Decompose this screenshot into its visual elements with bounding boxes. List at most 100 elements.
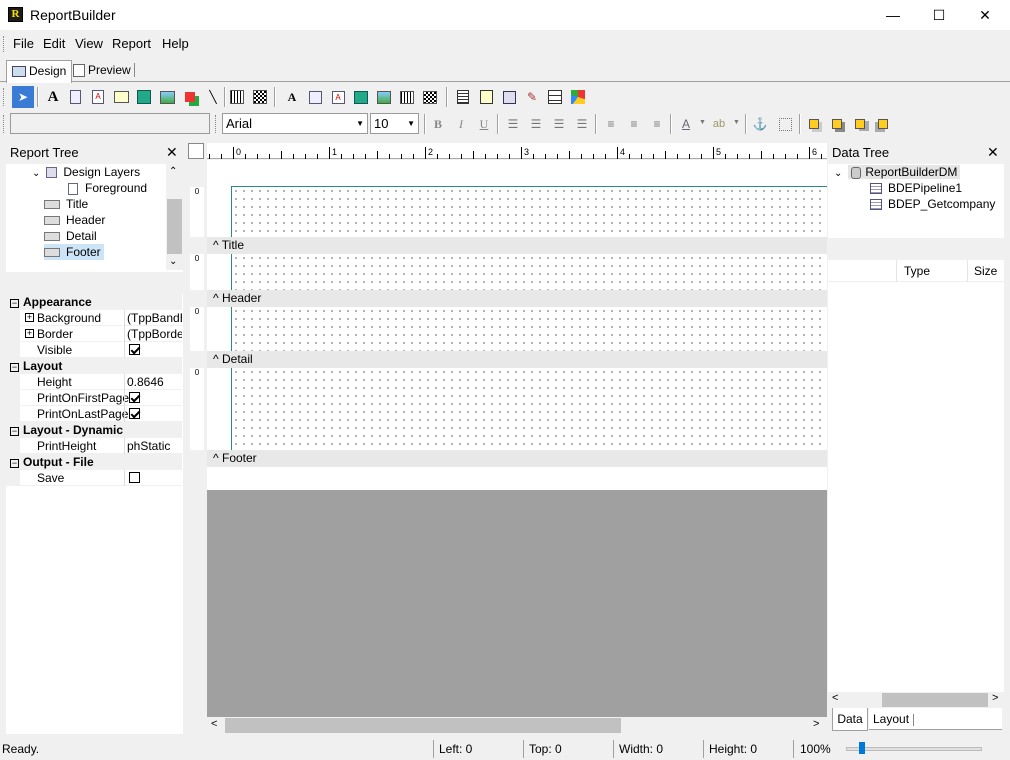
italic-icon[interactable]: I <box>452 115 470 133</box>
header-band-area[interactable] <box>232 254 827 290</box>
dbimage-tool-icon[interactable] <box>375 88 393 106</box>
tree-item-design-layers[interactable]: ⌄ Design Layers <box>32 164 140 180</box>
scroll-thumb[interactable] <box>167 199 182 254</box>
variable-tool-icon[interactable] <box>135 88 153 106</box>
justify-icon[interactable]: ☰ <box>573 115 591 133</box>
minimize-button[interactable]: — <box>870 0 916 30</box>
dbcalc-tool-icon[interactable] <box>352 88 370 106</box>
tab-layout[interactable]: Layout <box>869 708 1002 730</box>
highlight-color-icon[interactable]: ab <box>710 115 728 133</box>
memo-tool-icon[interactable] <box>66 88 84 106</box>
dbmemo-tool-icon[interactable] <box>306 88 324 106</box>
font-name-combo[interactable]: Arial ▼ <box>222 113 368 134</box>
select-arrow-icon[interactable]: ➤ <box>12 86 34 108</box>
shape-tool-icon[interactable] <box>181 88 199 106</box>
detail-band-area[interactable] <box>232 307 827 351</box>
send-backward-icon[interactable] <box>874 115 892 133</box>
tab-preview[interactable]: Preview <box>68 60 136 82</box>
image-tool-icon[interactable] <box>158 88 176 106</box>
band-detail[interactable]: ^ Detail <box>207 351 827 368</box>
menu-help[interactable]: Help <box>162 36 189 51</box>
chevron-up-icon[interactable]: ⌃ <box>169 166 177 177</box>
border-icon[interactable] <box>776 115 794 133</box>
expand-icon[interactable]: + <box>25 313 34 322</box>
chevron-down-icon[interactable]: ▼ <box>407 114 415 133</box>
chevron-right-icon[interactable]: > <box>992 692 998 704</box>
font-size-combo[interactable]: 10 ▼ <box>370 113 419 134</box>
property-checkbox[interactable] <box>129 344 140 355</box>
close-icon[interactable]: ✕ <box>166 144 178 161</box>
property-category[interactable]: − Layout <box>6 358 182 374</box>
column-type[interactable]: Type <box>904 264 930 278</box>
property-category[interactable]: − Output - File <box>6 454 182 470</box>
dblabel-tool-icon[interactable]: A <box>283 88 301 106</box>
anchor-icon[interactable]: ⚓ <box>751 115 769 133</box>
band-collapse-icon[interactable]: ^ <box>213 238 219 252</box>
property-checkbox[interactable] <box>129 392 140 403</box>
property-row[interactable]: +Border (TppBorder) <box>6 326 182 342</box>
column-size[interactable]: Size <box>974 264 997 278</box>
data-tree-root[interactable]: ⌄ ReportBuilderDM <box>834 164 961 180</box>
align-right-icon[interactable]: ☰ <box>550 115 568 133</box>
chevron-down-icon[interactable]: ⌄ <box>32 168 40 179</box>
ruler-corner-icon[interactable] <box>188 143 204 159</box>
band-header[interactable]: ^ Header <box>207 290 827 307</box>
region-tool-icon[interactable] <box>454 88 472 106</box>
chevron-down-icon[interactable]: ⌄ <box>169 256 177 267</box>
property-row[interactable]: Height 0.8646 <box>6 374 182 390</box>
property-row[interactable]: Save <box>6 470 182 486</box>
systemvar-tool-icon[interactable] <box>112 88 130 106</box>
tree-item-header[interactable]: Header <box>44 212 105 228</box>
property-checkbox[interactable] <box>129 472 140 483</box>
align-left-icon[interactable]: ☰ <box>504 115 522 133</box>
property-category[interactable]: − Appearance <box>6 294 182 310</box>
align-top-icon[interactable]: ≡ <box>602 115 620 133</box>
bold-icon[interactable]: B <box>429 115 447 133</box>
pagebreak-tool-icon[interactable] <box>500 88 518 106</box>
maximize-button[interactable]: ☐ <box>916 0 962 30</box>
band-collapse-icon[interactable]: ^ <box>213 291 219 305</box>
subreport-tool-icon[interactable] <box>477 88 495 106</box>
expand-icon[interactable]: + <box>25 329 34 338</box>
menu-view[interactable]: View <box>75 36 103 51</box>
tree-scrollbar[interactable]: ⌃ ⌄ <box>166 164 183 270</box>
zoom-slider-thumb[interactable] <box>859 742 865 754</box>
chevron-right-icon[interactable]: > <box>813 718 819 730</box>
tab-data[interactable]: Data <box>832 708 868 731</box>
dbrichtext-tool-icon[interactable]: A <box>329 88 347 106</box>
chevron-down-icon[interactable]: ▼ <box>356 114 364 133</box>
property-row[interactable]: PrintOnFirstPage <box>6 390 182 406</box>
font-color-icon[interactable]: A <box>677 115 695 133</box>
menu-edit[interactable]: Edit <box>43 36 65 51</box>
collapse-icon[interactable]: − <box>10 459 19 468</box>
tree-item-footer[interactable]: Footer <box>44 244 104 260</box>
close-button[interactable]: ✕ <box>962 0 1008 30</box>
title-band-area[interactable] <box>232 187 827 237</box>
tree-item-title[interactable]: Title <box>44 196 88 212</box>
collapse-icon[interactable]: − <box>10 363 19 372</box>
dbbarcode-tool-icon[interactable] <box>398 88 416 106</box>
band-collapse-icon[interactable]: ^ <box>213 451 219 465</box>
align-bottom-icon[interactable]: ≡ <box>648 115 666 133</box>
bring-to-front-icon[interactable] <box>805 115 823 133</box>
property-value[interactable]: 0.8646 <box>127 374 182 390</box>
line-tool-icon[interactable]: ╲ <box>204 88 222 106</box>
field-list-hscrollbar[interactable]: < > <box>828 692 1004 708</box>
chevron-down-icon[interactable]: ▼ <box>733 119 740 126</box>
band-title[interactable]: ^ Title <box>207 237 827 254</box>
tree-item-detail[interactable]: Detail <box>44 228 97 244</box>
underline-icon[interactable]: U <box>475 115 493 133</box>
close-icon[interactable]: ✕ <box>987 144 999 161</box>
chevron-left-icon[interactable]: < <box>832 692 838 704</box>
property-row[interactable]: PrintOnLastPage <box>6 406 182 422</box>
design-hscrollbar[interactable]: < > <box>207 717 827 734</box>
property-row[interactable]: +Background (TppBandBa <box>6 310 182 326</box>
chevron-down-icon[interactable]: ⌄ <box>834 168 842 179</box>
scroll-thumb[interactable] <box>882 693 988 707</box>
band-footer[interactable]: ^ Footer <box>207 450 827 467</box>
align-center-icon[interactable]: ☰ <box>527 115 545 133</box>
barcode-tool-icon[interactable] <box>228 88 246 106</box>
scroll-thumb[interactable] <box>225 718 621 733</box>
chevron-down-icon[interactable]: ▼ <box>699 119 706 126</box>
data-tree-item[interactable]: BDEP_Getcompany <box>870 196 995 212</box>
